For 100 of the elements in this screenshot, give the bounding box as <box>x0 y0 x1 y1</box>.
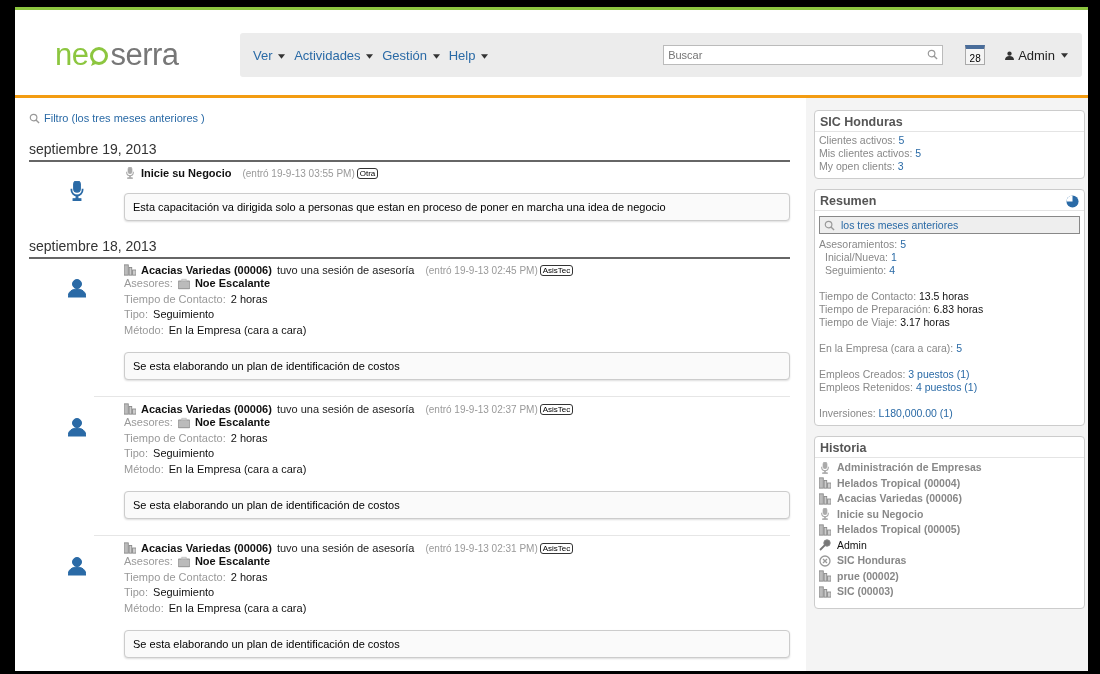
field-label: Tiempo de Contacto: <box>124 430 226 446</box>
building-icon <box>819 492 831 505</box>
calendar-button[interactable]: 28 <box>965 45 986 65</box>
building-icon <box>124 264 136 276</box>
activity-title[interactable]: Inicie su Negocio <box>141 167 232 179</box>
menu-item[interactable]: Help <box>445 47 494 63</box>
advisor-link[interactable]: Noe Escalante <box>194 554 271 570</box>
history-link[interactable]: Administración de Empresas <box>837 460 982 476</box>
field-label: Asesores: <box>124 554 173 569</box>
field-label: Método: <box>124 600 164 616</box>
stat-label: Tiempo de Viaje: <box>819 316 898 328</box>
building-icon <box>124 542 136 554</box>
advisor-link[interactable]: Noe Escalante <box>194 415 271 431</box>
entry-timestamp: (entró 19-9-13 03:55 PM) <box>242 167 355 179</box>
person-icon <box>1005 50 1015 60</box>
person-icon <box>67 556 86 576</box>
search-field[interactable]: Buscar <box>663 45 944 65</box>
type-tag: AsisTec <box>539 264 574 276</box>
stat-link[interactable]: 3 <box>897 160 904 172</box>
note-bubble: Se esta elaborando un plan de identificación de costos <box>124 352 790 380</box>
entry-description: tuvo una sesión de asesoría <box>276 264 415 276</box>
stat-link[interactable]: L180,000.00 (1) <box>878 407 953 419</box>
type-tag: AsisTec <box>539 542 574 554</box>
stat-value: 6.83 horas <box>933 303 984 315</box>
stat-link[interactable]: 5 <box>900 238 906 250</box>
type-tag: Otra <box>356 167 379 179</box>
user-menu[interactable]: Admin <box>999 46 1074 64</box>
stat-label: Seguimiento: <box>825 264 887 276</box>
client-link[interactable]: Acacias Variedas (00006) <box>141 264 272 276</box>
note-bubble: Se esta elaborando un plan de identificación de costos <box>124 630 790 658</box>
stat-link[interactable]: 1 <box>890 251 897 263</box>
stat-value: 3.17 horas <box>900 316 950 328</box>
caret-down-icon <box>1061 52 1068 58</box>
history-link[interactable]: Acacias Variedas (00006) <box>837 491 962 507</box>
client-link[interactable]: Acacias Variedas (00006) <box>141 403 272 415</box>
history-link[interactable]: SIC (00003) <box>837 584 894 600</box>
field-label: Método: <box>124 461 164 477</box>
field-value: Seguimiento <box>153 446 215 461</box>
field-label: Tipo: <box>124 446 149 461</box>
stat-label: Inicial/Nueva: <box>825 251 889 263</box>
menu-item[interactable]: Ver <box>250 47 292 63</box>
field-value: En la Empresa (cara a cara) <box>168 600 307 616</box>
field-label: Tipo: <box>124 585 149 600</box>
stat-label: Tiempo de Preparación: <box>819 303 931 315</box>
stat-label: My open clients: <box>819 160 895 172</box>
history-link[interactable]: Helados Tropical (00004) <box>837 475 961 491</box>
briefcase-icon <box>177 277 190 290</box>
stat-label: Mis clientes activos: <box>819 147 913 159</box>
history-link[interactable]: Helados Tropical (00005) <box>837 522 961 538</box>
stat-link[interactable]: 5 <box>956 342 962 354</box>
history-link[interactable]: Admin <box>837 537 867 553</box>
date-heading: septiembre 18, 2013 <box>29 238 790 259</box>
briefcase-icon <box>177 416 190 429</box>
panel-title: SIC Honduras <box>815 111 1084 132</box>
pie-chart-icon[interactable] <box>1066 194 1079 208</box>
building-icon <box>819 523 831 536</box>
circle-x-icon <box>819 554 831 567</box>
person-icon <box>67 278 86 298</box>
field-label: Tiempo de Contacto: <box>124 569 226 585</box>
stat-link[interactable]: 4 puestos (1) <box>915 381 978 393</box>
field-label: Asesores: <box>124 415 173 430</box>
stat-label: Empleos Retenidos: <box>819 381 913 393</box>
stat-link[interactable]: 5 <box>898 134 905 146</box>
advisor-link[interactable]: Noe Escalante <box>194 276 271 292</box>
search-icon <box>29 112 40 124</box>
stat-link[interactable]: 3 puestos (1) <box>908 368 970 380</box>
stat-label: Clientes activos: <box>819 134 896 146</box>
field-value: 2 horas <box>230 430 268 446</box>
logo: ne serra <box>55 37 180 73</box>
building-icon <box>819 585 831 598</box>
filter-link[interactable]: Filtro (los tres meses anteriores ) <box>29 112 790 124</box>
person-icon <box>67 417 86 437</box>
field-label: Método: <box>124 322 164 338</box>
entry-description: tuvo una sesión de asesoría <box>276 403 415 415</box>
history-link[interactable]: Inicie su Negocio <box>837 506 924 522</box>
field-value: 2 horas <box>230 291 268 307</box>
client-link[interactable]: Acacias Variedas (00006) <box>141 542 272 554</box>
note-bubble: Esta capacitación va dirigida solo a personas que estan en proceso de poner en marcha una idea de negocio <box>124 193 790 221</box>
briefcase-icon <box>177 555 190 568</box>
panel-title: Resumen <box>820 194 877 208</box>
stat-link[interactable]: 4 <box>889 264 896 276</box>
stat-label: Asesoramientos: <box>819 238 898 250</box>
entry-timestamp: (entró 19-9-13 02:45 PM) <box>425 264 538 276</box>
history-link[interactable]: prue (00002) <box>837 568 899 584</box>
menu-item[interactable]: Gestión <box>379 47 446 63</box>
period-filter[interactable]: los tres meses anteriores <box>819 216 1080 234</box>
search-icon <box>824 219 835 231</box>
note-bubble: Se esta elaborando un plan de identificación de costos <box>124 491 790 519</box>
stat-label: En la Empresa (cara a cara): <box>819 342 954 354</box>
microphone-icon <box>124 167 136 179</box>
caret-down-icon <box>366 53 374 59</box>
caret-down-icon <box>481 53 488 59</box>
caret-down-icon <box>278 53 286 59</box>
menu-item[interactable]: Actividades <box>291 47 380 63</box>
field-label: Tiempo de Contacto: <box>124 291 226 307</box>
type-tag: AsisTec <box>539 403 574 415</box>
history-link[interactable]: SIC Honduras <box>837 553 907 569</box>
stat-link[interactable]: 5 <box>915 147 922 159</box>
microphone-icon <box>819 508 831 521</box>
search-icon <box>927 49 939 60</box>
